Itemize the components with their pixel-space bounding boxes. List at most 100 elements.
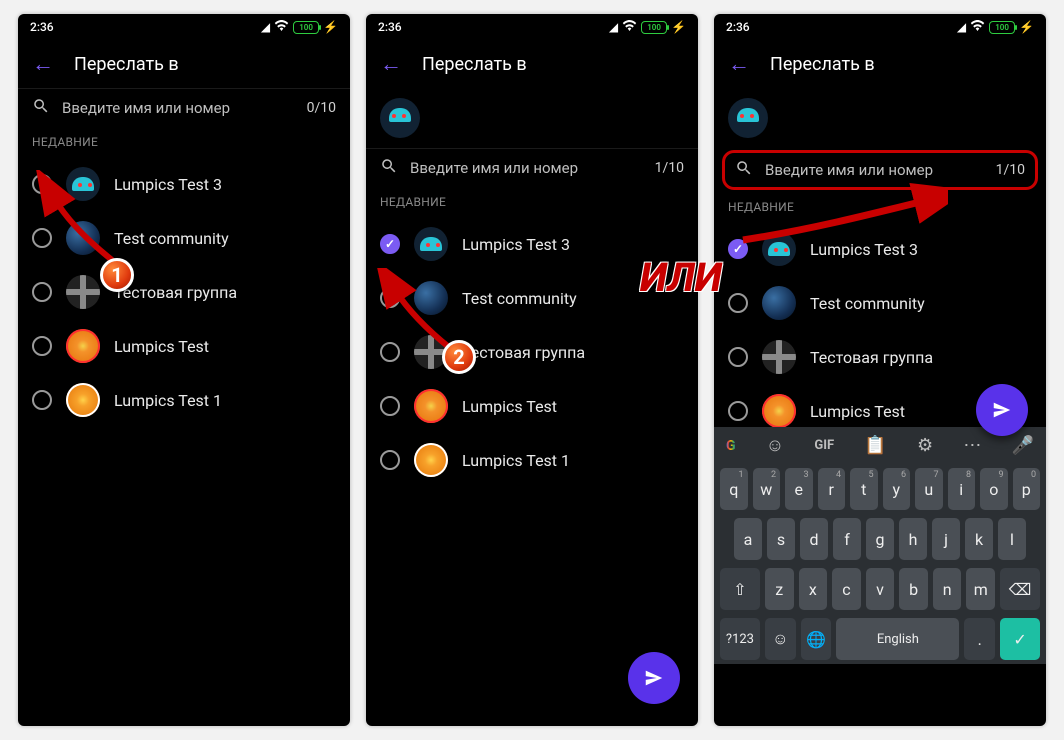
key-z[interactable]: z xyxy=(765,568,794,610)
select-radio[interactable] xyxy=(728,293,748,313)
key-symbols[interactable]: ?123 xyxy=(720,618,760,660)
key-p[interactable]: p0 xyxy=(1013,468,1041,510)
key-s[interactable]: s xyxy=(767,518,795,560)
settings-icon[interactable]: ⚙ xyxy=(917,435,933,456)
key-dot[interactable]: . xyxy=(964,618,995,660)
key-n[interactable]: n xyxy=(933,568,962,610)
contact-row[interactable]: Lumpics Test xyxy=(366,379,698,433)
contact-row[interactable]: Lumpics Test 1 xyxy=(18,373,350,427)
avatar-icon xyxy=(762,286,796,320)
contact-row[interactable]: Test community xyxy=(366,271,698,325)
back-icon[interactable]: ← xyxy=(32,51,54,77)
key-enter[interactable]: ✓ xyxy=(1000,618,1040,660)
key-y[interactable]: y6 xyxy=(883,468,911,510)
more-icon[interactable]: ⋯ xyxy=(963,435,981,456)
key-o[interactable]: o9 xyxy=(980,468,1008,510)
contact-row[interactable]: Test community xyxy=(714,276,1046,330)
key-backspace[interactable]: ⌫ xyxy=(1000,568,1040,610)
battery-icon: 100 xyxy=(293,21,319,34)
back-icon[interactable]: ← xyxy=(728,51,750,77)
select-radio[interactable] xyxy=(728,401,748,421)
avatar-icon xyxy=(414,281,448,315)
select-radio[interactable] xyxy=(32,336,52,356)
keyboard[interactable]: G ☺ GIF 📋 ⚙ ⋯ 🎤 q1 w2 e3 r4 t5 y6 u7 i8 … xyxy=(714,427,1046,664)
send-fab-button[interactable] xyxy=(628,652,680,704)
send-fab-button[interactable] xyxy=(976,384,1028,436)
key-t[interactable]: t5 xyxy=(850,468,878,510)
back-icon[interactable]: ← xyxy=(380,51,402,77)
selected-avatar-icon[interactable] xyxy=(728,98,768,138)
key-c[interactable]: c xyxy=(832,568,861,610)
key-f[interactable]: f xyxy=(833,518,861,560)
key-k[interactable]: k xyxy=(965,518,993,560)
key-space[interactable]: English xyxy=(836,618,959,660)
avatar-icon xyxy=(762,232,796,266)
key-u[interactable]: u7 xyxy=(915,468,943,510)
search-field[interactable]: Введите имя или номер 1/10 xyxy=(366,148,698,187)
contact-row[interactable]: Lumpics Test xyxy=(18,319,350,373)
select-radio[interactable] xyxy=(380,342,400,362)
key-a[interactable]: a xyxy=(734,518,762,560)
key-shift[interactable]: ⇧ xyxy=(720,568,760,610)
avatar-icon xyxy=(762,394,796,427)
contact-row[interactable]: Lumpics Test 3 xyxy=(366,217,698,271)
selected-avatar-icon[interactable] xyxy=(380,98,420,138)
key-r[interactable]: r4 xyxy=(818,468,846,510)
key-emoji[interactable]: ☺ xyxy=(765,618,796,660)
app-header: ← Переслать в xyxy=(714,40,1046,88)
select-radio[interactable] xyxy=(728,239,748,259)
battery-icon: 100 xyxy=(989,21,1015,34)
selected-recipients-row xyxy=(714,88,1046,148)
key-l[interactable]: l xyxy=(998,518,1026,560)
select-radio[interactable] xyxy=(32,390,52,410)
gif-icon[interactable]: GIF xyxy=(814,438,834,453)
key-i[interactable]: i8 xyxy=(948,468,976,510)
send-icon xyxy=(643,667,665,689)
select-radio[interactable] xyxy=(380,396,400,416)
select-radio[interactable] xyxy=(380,450,400,470)
key-j[interactable]: j xyxy=(932,518,960,560)
contact-name: Lumpics Test 3 xyxy=(114,175,222,194)
select-radio[interactable] xyxy=(380,288,400,308)
key-m[interactable]: m xyxy=(966,568,995,610)
key-language[interactable]: 🌐 xyxy=(801,618,832,660)
key-e[interactable]: e3 xyxy=(785,468,813,510)
select-radio[interactable] xyxy=(728,347,748,367)
status-time: 2:36 xyxy=(30,20,54,34)
key-g[interactable]: g xyxy=(866,518,894,560)
contact-row[interactable]: Lumpics Test 1 xyxy=(366,433,698,487)
avatar-icon xyxy=(414,335,448,369)
contact-name: Lumpics Test xyxy=(810,402,905,421)
sticker-icon[interactable]: ☺ xyxy=(766,435,784,456)
search-field[interactable]: Введите имя или номер 1/10 xyxy=(722,150,1038,190)
wifi-icon xyxy=(970,20,985,34)
page-title: Переслать в xyxy=(74,54,179,75)
status-icons: ◢ 100 ⚡ xyxy=(261,20,338,34)
key-q[interactable]: q1 xyxy=(720,468,748,510)
key-d[interactable]: d xyxy=(800,518,828,560)
contact-row[interactable]: Тестовая группа xyxy=(366,325,698,379)
avatar-icon xyxy=(414,227,448,261)
send-icon xyxy=(991,399,1013,421)
contact-row[interactable]: Lumpics Test 3 xyxy=(18,157,350,211)
key-x[interactable]: x xyxy=(799,568,828,610)
contact-row[interactable]: Тестовая группа xyxy=(714,330,1046,384)
key-w[interactable]: w2 xyxy=(753,468,781,510)
google-icon[interactable]: G xyxy=(726,438,736,454)
contact-row[interactable]: Test community xyxy=(18,211,350,265)
mic-icon[interactable]: 🎤 xyxy=(1012,435,1034,456)
select-radio[interactable] xyxy=(32,228,52,248)
select-radio[interactable] xyxy=(380,234,400,254)
search-field[interactable]: Введите имя или номер 0/10 xyxy=(18,88,350,127)
key-v[interactable]: v xyxy=(866,568,895,610)
keyboard-row: ⇧ z x c v b n m ⌫ xyxy=(714,564,1046,614)
select-radio[interactable] xyxy=(32,174,52,194)
select-radio[interactable] xyxy=(32,282,52,302)
contact-name: Test community xyxy=(114,229,229,248)
contact-row[interactable]: Тестовая группа xyxy=(18,265,350,319)
key-b[interactable]: b xyxy=(899,568,928,610)
contact-name: Тестовая группа xyxy=(462,343,585,362)
clipboard-icon[interactable]: 📋 xyxy=(864,435,886,456)
contact-row[interactable]: Lumpics Test 3 xyxy=(714,222,1046,276)
key-h[interactable]: h xyxy=(899,518,927,560)
